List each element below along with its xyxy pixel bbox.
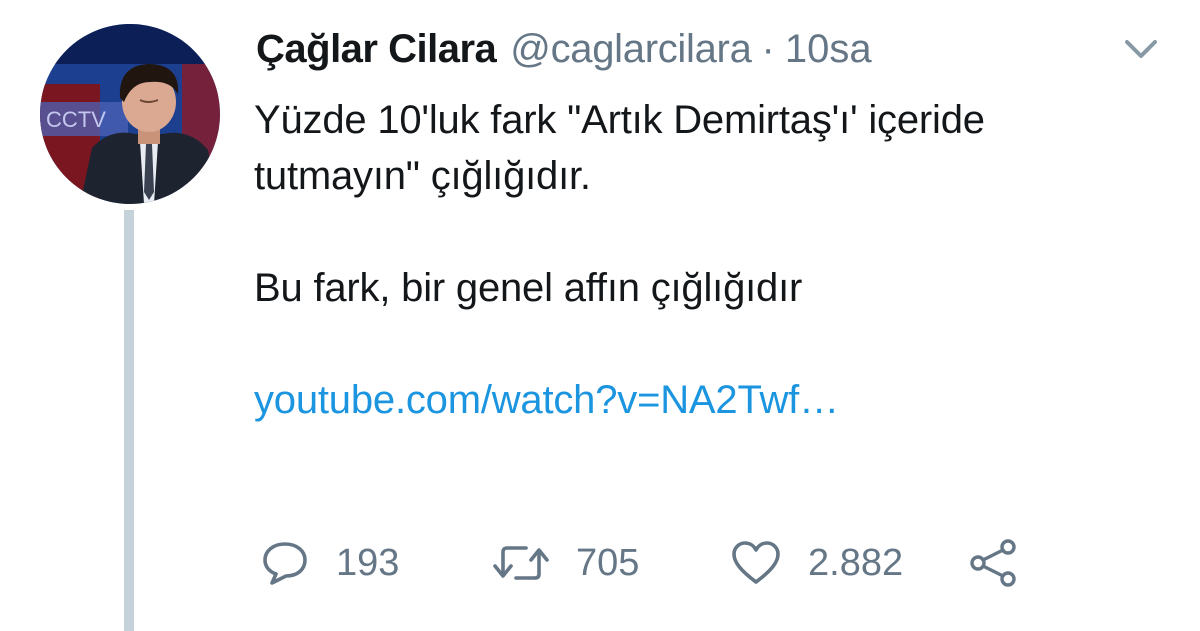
- avatar[interactable]: CCTV: [40, 24, 220, 204]
- retweet-button[interactable]: 705: [492, 540, 730, 586]
- share-button[interactable]: [966, 538, 1020, 588]
- header-separator: ·: [761, 27, 775, 71]
- tweet-time[interactable]: 10sa: [785, 24, 872, 74]
- user-handle[interactable]: @caglarcilara: [510, 24, 752, 74]
- svg-text:CCTV: CCTV: [46, 107, 106, 132]
- tweet-header: Çağlar Cilara @caglarcilara · 10sa: [256, 24, 872, 74]
- retweet-count: 705: [576, 541, 640, 584]
- like-count: 2.882: [808, 541, 904, 584]
- heart-icon: [732, 541, 780, 584]
- tweet-paragraph: Yüzde 10'luk fark "Artık Demirtaş'ı' içe…: [254, 98, 985, 198]
- thread-line: [124, 210, 134, 631]
- avatar-image: CCTV: [40, 24, 220, 204]
- tweet-actions: 193 705 2.882: [260, 538, 1020, 588]
- more-options-button[interactable]: [1121, 36, 1161, 62]
- reply-icon: [263, 542, 307, 585]
- tweet-paragraph: Bu fark, bir genel affın çığlığıdır: [254, 266, 803, 310]
- reply-count: 193: [336, 541, 400, 584]
- tweet-text: Yüzde 10'luk fark "Artık Demirtaş'ı' içe…: [254, 92, 1154, 428]
- chevron-down-icon: [1125, 40, 1157, 58]
- tweet-link[interactable]: youtube.com/watch?v=NA2Twf…: [254, 378, 839, 422]
- reply-button[interactable]: 193: [260, 540, 492, 586]
- like-button[interactable]: 2.882: [730, 540, 966, 586]
- display-name[interactable]: Çağlar Cilara: [256, 24, 497, 74]
- share-icon: [970, 539, 1016, 587]
- retweet-icon: [493, 546, 549, 580]
